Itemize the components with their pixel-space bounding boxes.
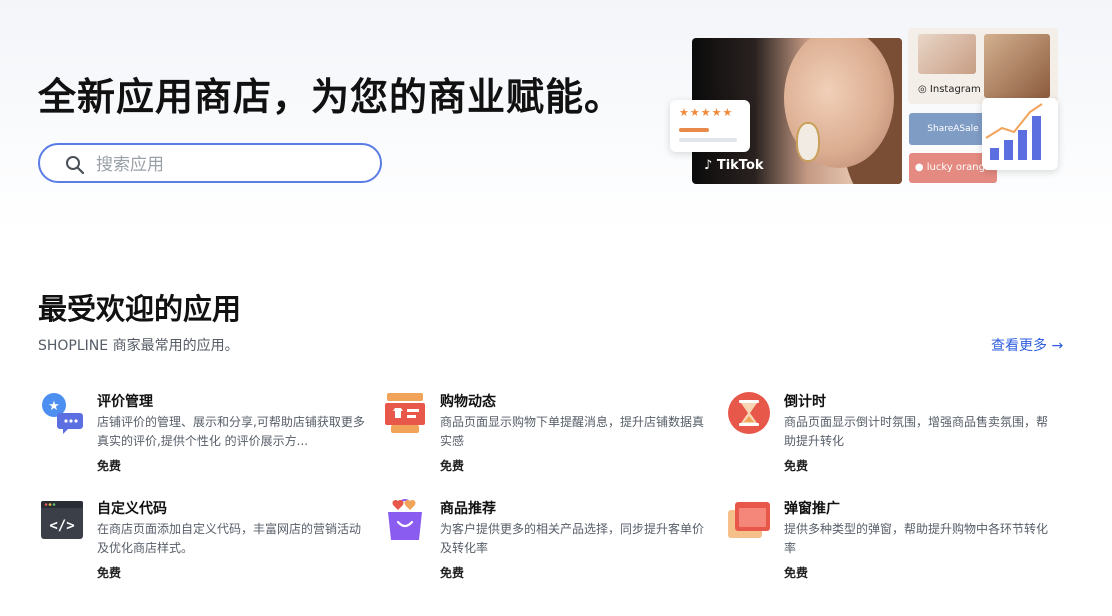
- section-title: 最受欢迎的应用: [38, 292, 242, 326]
- shopping-feed-icon: [385, 393, 425, 433]
- app-card-countdown[interactable]: 倒计时 商品页面显示倒计时氛围，增强商品售卖氛围，帮助提升转化 免费: [727, 391, 1048, 481]
- review-icon: ★: [42, 393, 83, 434]
- app-description: 为客户提供更多的相关产品选择，同步提升客单价及转化率: [440, 522, 705, 555]
- app-price: 免费: [97, 566, 122, 580]
- section-subtitle: SHOPLINE 商家最常用的应用。: [38, 338, 239, 354]
- svg-text:</>: </>: [49, 518, 74, 534]
- svg-text:★: ★: [48, 399, 60, 414]
- app-description: 商品页面显示倒计时氛围，增强商品售卖氛围，帮助提升转化: [784, 415, 1049, 448]
- app-card-custom-code[interactable]: </> 自定义代码 在商店页面添加自定义代码，丰富网店的营销活动及优化商店样式。…: [40, 498, 361, 588]
- tiktok-label: ♪ TikTok: [704, 158, 764, 173]
- app-card-popup[interactable]: 弹窗推广 提供多种类型的弹窗，帮助提升购物中各环节转化率 免费: [727, 498, 1048, 588]
- growth-chart-card: [982, 98, 1058, 170]
- app-price: 免费: [784, 459, 809, 473]
- earring-graphic: [796, 122, 820, 162]
- app-card-product-recommendation[interactable]: 商品推荐 为客户提供更多的相关产品选择，同步提升客单价及转化率 免费: [383, 498, 704, 588]
- app-name: 倒计时: [784, 394, 826, 410]
- search-icon: [66, 156, 85, 175]
- search-input[interactable]: [94, 151, 368, 179]
- instagram-label: ◎ Instagram: [918, 84, 981, 95]
- instagram-card: ◎ Instagram: [908, 28, 1058, 104]
- popup-icon: [728, 502, 770, 538]
- search-box[interactable]: [38, 143, 382, 183]
- view-more-link[interactable]: 查看更多 →: [991, 335, 1063, 355]
- hourglass-icon: [728, 392, 770, 434]
- code-icon: </>: [41, 501, 83, 539]
- orange-icon: ●: [914, 162, 927, 173]
- app-price: 免费: [440, 566, 465, 580]
- instagram-icon: ◎: [918, 84, 930, 95]
- app-card-reviews[interactable]: ★ 评价管理 店铺评价的管理、展示和分享,可帮助店铺获取更多真实的评价,提供个性…: [40, 391, 365, 481]
- page-headline: 全新应用商店，为您的商业赋能。: [38, 75, 624, 119]
- app-description: 在商店页面添加自定义代码，丰富网店的营销活动及优化商店样式。: [97, 522, 362, 555]
- instagram-photo: [984, 34, 1050, 98]
- app-description: 提供多种类型的弹窗，帮助提升购物中各环节转化率: [784, 522, 1049, 555]
- shopping-bag-icon: [388, 499, 422, 540]
- app-name: 商品推荐: [440, 501, 496, 517]
- app-description: 店铺评价的管理、展示和分享,可帮助店铺获取更多真实的评价,提供个性化 的评价展示…: [97, 415, 365, 448]
- tiktok-icon: ♪: [704, 158, 717, 173]
- app-name: 弹窗推广: [784, 501, 840, 517]
- star-rating-icon: ★★★★★: [679, 106, 734, 119]
- app-price: 免费: [440, 459, 465, 473]
- app-card-shopping-feed[interactable]: 购物动态 商品页面显示购物下单提醒消息，提升店铺数据真实感 免费: [383, 391, 704, 481]
- app-name: 自定义代码: [97, 501, 167, 517]
- app-name: 评价管理: [97, 394, 153, 410]
- app-description: 商品页面显示购物下单提醒消息，提升店铺数据真实感: [440, 415, 705, 448]
- app-name: 购物动态: [440, 394, 496, 410]
- app-price: 免费: [97, 459, 122, 473]
- rating-card: ★★★★★: [670, 100, 750, 152]
- app-price: 免费: [784, 566, 809, 580]
- instagram-photo: [918, 34, 976, 74]
- bar-chart-icon: [985, 103, 1043, 160]
